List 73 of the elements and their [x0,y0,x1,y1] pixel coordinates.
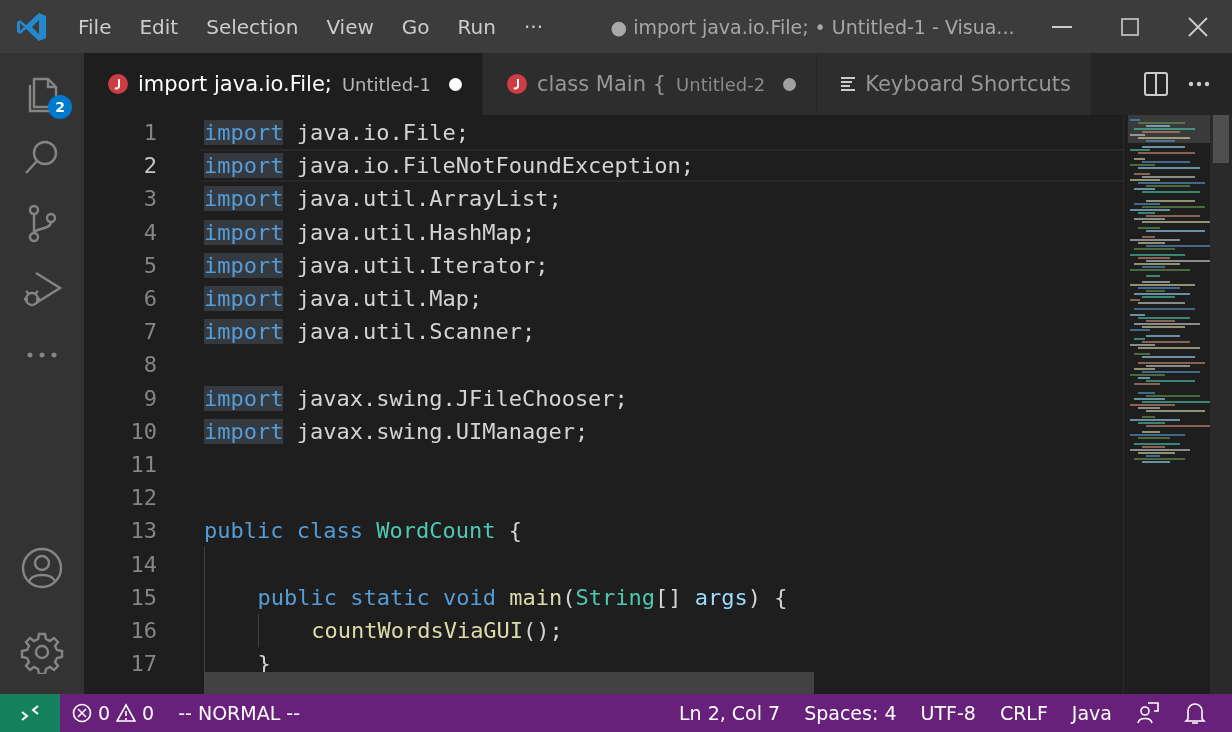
editor-tab[interactable]: Keyboard Shortcuts [817,53,1092,115]
settings-icon[interactable] [20,630,64,674]
bell-icon[interactable] [1184,701,1206,725]
close-icon[interactable] [1188,16,1208,37]
line-number: 4 [142,219,158,245]
editor-tab[interactable]: class Main { Untitled-2 [483,53,818,115]
maximize-icon[interactable] [1121,17,1139,36]
line-number: 12 [129,485,158,511]
code-line: public static void main(String[] args) { [257,584,788,610]
window-title: ● import java.io.File; • Untitled-1 - Visua... [609,15,1016,38]
line-number: 11 [129,451,158,477]
tab-label: import java.io.File; [138,72,332,96]
line-number: 15 [129,584,158,610]
split-editor-icon[interactable] [1144,72,1168,96]
line-number: 9 [142,385,158,411]
tab-label: class Main { [537,72,667,96]
lines-icon [841,77,856,91]
code-line: import java.util.Scanner; [204,319,536,345]
more-menu[interactable]: ··· [509,14,557,39]
status-item[interactable]: Java [1059,702,1124,724]
line-number: 7 [142,319,158,345]
code-line: import java.util.HashMap; [204,219,536,245]
code-line: import javax.swing.UIManager; [204,418,589,444]
vim-mode: -- NORMAL -- [177,702,302,724]
line-number: 6 [142,286,158,312]
count-badge: 2 [48,95,72,119]
line-number: 16 [129,617,158,643]
tab-label: Keyboard Shortcuts [865,72,1071,96]
code-line: import javax.swing.JFileChooser; [204,385,628,411]
menu-item[interactable]: Run [443,14,510,39]
remote-icon [20,704,40,722]
line-number: 14 [129,551,158,577]
line-number: 10 [129,418,158,444]
app-logo-icon [16,10,48,43]
unsaved-dot-icon[interactable] [449,77,463,91]
line-number: 1 [142,120,158,146]
menu-item[interactable]: Selection [192,14,313,39]
editor-tab[interactable]: import java.io.File; Untitled-1 [84,53,484,115]
line-number: 17 [129,651,158,677]
menu-item[interactable]: Go [387,14,444,39]
unsaved-dot-icon[interactable] [783,77,797,91]
horizontal-scrollbar[interactable] [204,672,814,694]
status-item[interactable]: CRLF [987,702,1060,724]
code-line: countWordsViaGUI(); [311,617,563,643]
minimize-icon[interactable] [1052,25,1072,28]
status-item[interactable]: UTF-8 [908,702,988,724]
line-number: 2 [142,153,158,179]
account-icon[interactable] [20,546,64,590]
line-number: 13 [129,518,158,544]
feedback-icon[interactable] [1136,701,1160,725]
problems-button[interactable]: 0 0 [60,702,167,724]
code-line: import java.util.Map; [204,286,483,312]
line-number: 5 [142,252,158,278]
line-number: 8 [142,352,158,378]
status-item[interactable]: Spaces: 4 [792,702,909,724]
code-line: import java.io.File; [204,120,469,146]
more-icon[interactable] [1188,81,1210,87]
tab-description: Untitled-2 [676,73,766,95]
code-line: public class WordCount { [204,518,522,544]
menu-item[interactable]: Edit [125,14,193,39]
code-line: import java.util.Iterator; [204,252,549,278]
scrollbar[interactable] [1210,115,1232,694]
java-file-icon [507,74,528,94]
code-line: import java.util.ArrayList; [204,186,562,212]
line-number: 3 [142,186,158,212]
warning-icon [116,703,137,723]
code-line: import java.io.FileNotFoundException; [204,153,695,179]
error-icon [72,703,92,723]
menu-item[interactable]: File [64,14,126,39]
status-item[interactable]: Ln 2, Col 7 [667,702,793,724]
menu-item[interactable]: View [312,14,388,39]
java-file-icon [108,74,128,94]
tab-description: Untitled-1 [341,73,432,95]
